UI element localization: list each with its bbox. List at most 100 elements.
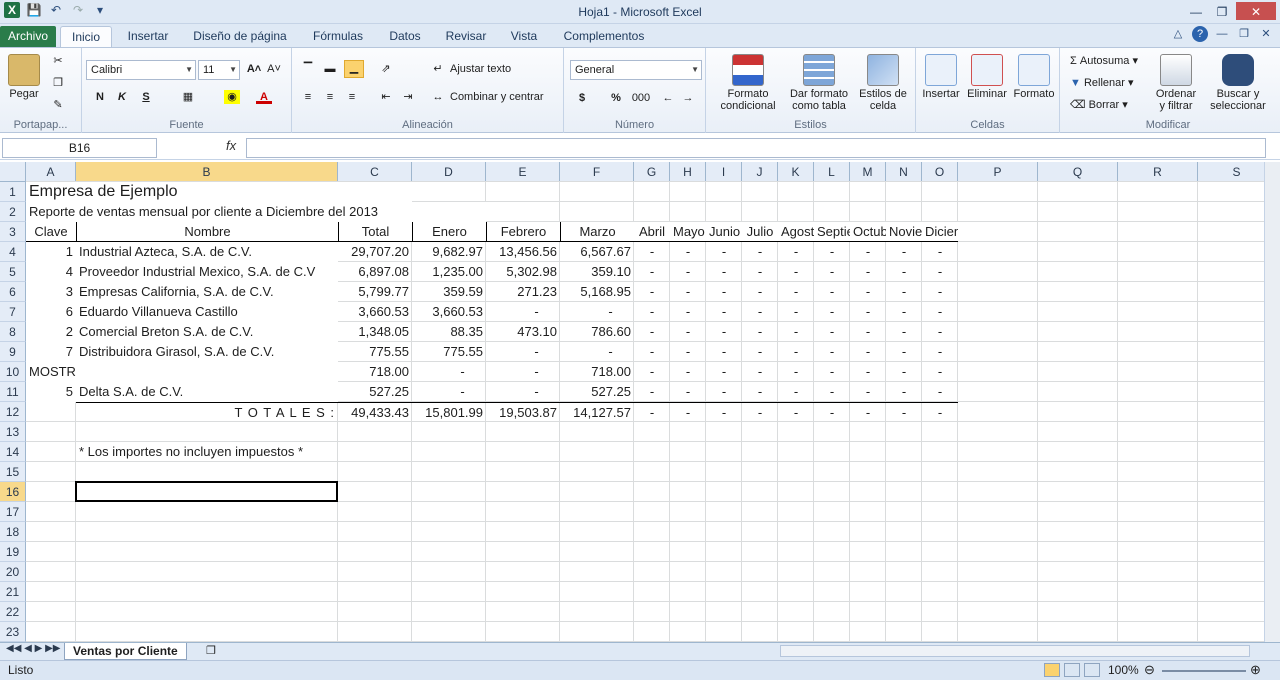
font-size-combo[interactable]: 11 ▼ — [198, 60, 240, 80]
window-close-icon[interactable]: ✕ — [1258, 26, 1274, 42]
zoom-out-icon[interactable]: ⊖ — [1144, 661, 1155, 679]
normal-view-icon[interactable] — [1044, 663, 1060, 677]
copy-icon[interactable]: ❐ — [50, 76, 66, 90]
tab-complementos[interactable]: Complementos — [552, 26, 656, 48]
row-header-6[interactable]: 6 — [0, 282, 26, 302]
help-icon[interactable]: ? — [1192, 26, 1208, 42]
underline-button[interactable]: S — [138, 90, 154, 104]
tab-vista[interactable]: Vista — [502, 26, 546, 48]
align-middle-icon[interactable]: ▬ — [322, 62, 338, 76]
number-format-combo[interactable]: General ▼ — [570, 60, 702, 80]
row-header-5[interactable]: 5 — [0, 262, 26, 282]
column-header-q[interactable]: Q — [1038, 162, 1118, 182]
spreadsheet-grid[interactable]: A B C D E F G H I J K L M N O P Q R S 1 2 3 4 5 6 7 8 9 10 11 12 13 14 15… — [0, 162, 1280, 642]
row-header-18[interactable]: 18 — [0, 522, 26, 542]
sheet-nav-icons[interactable]: ◀◀ ◀ ▶ ▶▶ — [6, 643, 60, 654]
zoom-slider[interactable] — [1162, 670, 1246, 672]
row-header-4[interactable]: 4 — [0, 242, 26, 262]
increase-indent-icon[interactable]: ⇥ — [400, 90, 416, 104]
wrap-text-button[interactable]: Ajustar texto — [450, 63, 511, 75]
insert-cells-button[interactable]: Insertar — [918, 54, 964, 100]
align-top-icon[interactable]: ▔ — [300, 62, 316, 76]
column-header-r[interactable]: R — [1118, 162, 1198, 182]
page-layout-view-icon[interactable] — [1064, 663, 1080, 677]
align-bottom-icon[interactable]: ▁ — [344, 60, 364, 78]
column-header-p[interactable]: P — [958, 162, 1038, 182]
insert-sheet-icon[interactable]: ❐ — [206, 644, 216, 657]
column-header-n[interactable]: N — [886, 162, 922, 182]
row-header-8[interactable]: 8 — [0, 322, 26, 342]
window-restore-icon[interactable]: ❐ — [1236, 26, 1252, 42]
page-break-view-icon[interactable] — [1084, 663, 1100, 677]
row-header-11[interactable]: 11 — [0, 382, 26, 402]
zoom-level[interactable]: 100% — [1108, 661, 1139, 679]
zoom-in-icon[interactable]: ⊕ — [1250, 661, 1261, 679]
column-header-e[interactable]: E — [486, 162, 560, 182]
close-button[interactable]: ✕ — [1236, 2, 1276, 20]
insert-function-icon[interactable]: fx — [226, 138, 236, 153]
tab-diseno-pagina[interactable]: Diseño de página — [184, 26, 296, 48]
column-header-h[interactable]: H — [670, 162, 706, 182]
column-header-l[interactable]: L — [814, 162, 850, 182]
increase-decimal-icon[interactable]: ← — [660, 91, 676, 105]
column-header-b[interactable]: B — [76, 162, 338, 182]
format-painter-icon[interactable]: ✎ — [50, 98, 66, 112]
fill-button[interactable]: ▼ Rellenar ▾ — [1070, 76, 1134, 89]
row-header-21[interactable]: 21 — [0, 582, 26, 602]
row-header-20[interactable]: 20 — [0, 562, 26, 582]
tab-inicio[interactable]: Inicio — [60, 26, 112, 48]
column-header-a[interactable]: A — [26, 162, 76, 182]
tab-datos[interactable]: Datos — [380, 26, 430, 48]
paste-button[interactable]: Pegar — [4, 54, 44, 100]
column-header-g[interactable]: G — [634, 162, 670, 182]
column-header-k[interactable]: K — [778, 162, 814, 182]
tab-archivo[interactable]: Archivo — [0, 26, 56, 48]
minimize-button[interactable]: — — [1184, 2, 1208, 20]
format-cells-button[interactable]: Formato — [1010, 54, 1058, 100]
align-center-icon[interactable]: ≡ — [322, 90, 338, 104]
formula-input[interactable] — [246, 138, 1266, 158]
fill-color-icon[interactable]: ◉ — [224, 90, 240, 104]
tab-revisar[interactable]: Revisar — [436, 26, 496, 48]
grow-font-icon[interactable]: A˄ — [246, 62, 262, 76]
row-header-23[interactable]: 23 — [0, 622, 26, 642]
borders-icon[interactable]: ▦ — [180, 90, 196, 104]
wrap-text-icon[interactable]: ↵ — [430, 62, 446, 76]
orientation-icon[interactable]: ⇗ — [378, 62, 394, 76]
row-header-3[interactable]: 3 — [0, 222, 26, 242]
currency-button[interactable]: $ — [574, 91, 590, 105]
shrink-font-icon[interactable]: A˅ — [266, 62, 282, 76]
row-header-17[interactable]: 17 — [0, 502, 26, 522]
cell-styles-button[interactable]: Estilos de celda — [854, 54, 912, 112]
row-header-16[interactable]: 16 — [0, 482, 26, 502]
tab-formulas[interactable]: Fórmulas — [302, 26, 374, 48]
italic-button[interactable]: K — [114, 90, 130, 104]
name-box[interactable]: B16 — [2, 138, 157, 158]
horizontal-scrollbar[interactable] — [780, 645, 1250, 657]
font-color-icon[interactable]: A — [256, 90, 272, 104]
column-header-o[interactable]: O — [922, 162, 958, 182]
column-header-d[interactable]: D — [412, 162, 486, 182]
decrease-decimal-icon[interactable]: → — [680, 91, 696, 105]
tab-insertar[interactable]: Insertar — [116, 26, 180, 48]
sheet-tab-ventas[interactable]: Ventas por Cliente — [64, 643, 187, 660]
row-header-7[interactable]: 7 — [0, 302, 26, 322]
row-header-1[interactable]: 1 — [0, 182, 26, 202]
row-header-13[interactable]: 13 — [0, 422, 26, 442]
restore-button[interactable]: ❐ — [1210, 2, 1234, 20]
column-header-c[interactable]: C — [338, 162, 412, 182]
conditional-format-button[interactable]: Formato condicional — [712, 54, 784, 112]
clear-button[interactable]: ⌫ Borrar ▾ — [1070, 98, 1128, 111]
bold-button[interactable]: N — [92, 90, 108, 104]
merge-center-button[interactable]: Combinar y centrar — [450, 91, 544, 103]
column-header-j[interactable]: J — [742, 162, 778, 182]
find-select-button[interactable]: Buscar y seleccionar — [1204, 54, 1272, 112]
delete-cells-button[interactable]: Eliminar — [964, 54, 1010, 100]
thousands-button[interactable]: 000 — [630, 91, 652, 105]
row-header-19[interactable]: 19 — [0, 542, 26, 562]
active-cell-b16[interactable] — [75, 481, 338, 502]
align-right-icon[interactable]: ≡ — [344, 90, 360, 104]
column-header-f[interactable]: F — [560, 162, 634, 182]
autosum-button[interactable]: Σ Autosuma ▾ — [1070, 54, 1138, 67]
format-as-table-button[interactable]: Dar formato como tabla — [786, 54, 852, 112]
